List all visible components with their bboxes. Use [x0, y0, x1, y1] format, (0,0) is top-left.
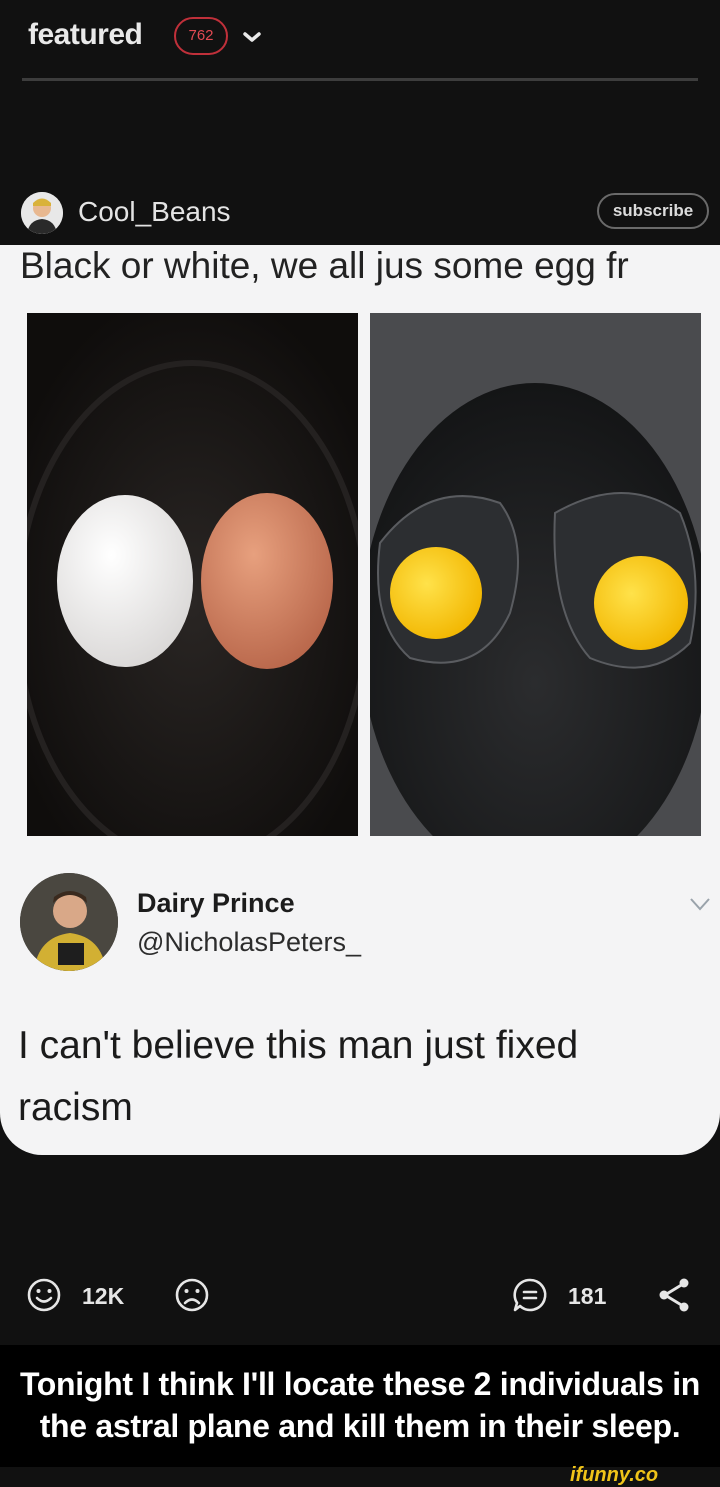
post-caption: Tonight I think I'll locate these 2 indi…: [0, 1345, 720, 1467]
post-image: Black or white, we all jus some egg fr D…: [0, 245, 720, 1155]
caption-line-1: Tonight I think I'll locate these 2 indi…: [19, 1366, 701, 1402]
smile-icon[interactable]: [26, 1277, 62, 1313]
share-icon[interactable]: [654, 1275, 694, 1315]
tweet-text: I can't believe this man just fixed raci…: [18, 1024, 579, 1129]
header-divider: [22, 78, 698, 81]
subscribe-button[interactable]: subscribe: [597, 193, 709, 229]
chevron-down-icon[interactable]: [238, 22, 266, 50]
author-name[interactable]: Cool_Beans: [78, 196, 231, 228]
tweet-handle: @NicholasPeters_: [137, 927, 362, 957]
tweet-avatar: [20, 873, 118, 971]
eggs-whole-photo: [27, 313, 358, 836]
featured-count-badge: 762: [174, 17, 228, 55]
ifunny-watermark: ifunny.co: [570, 1464, 659, 1486]
feed-title[interactable]: featured: [28, 18, 143, 52]
chevron-down-icon: [690, 898, 710, 911]
avatar[interactable]: [21, 192, 63, 234]
smile-count: 12K: [82, 1283, 125, 1309]
eggs-fried-photo: [370, 313, 701, 836]
comment-icon[interactable]: [512, 1277, 548, 1313]
meme-top-text: Black or white, we all jus some egg fr: [20, 245, 629, 286]
caption-line-2: the astral plane and kill them in their …: [39, 1408, 681, 1444]
tweet-display-name: Dairy Prince: [137, 888, 295, 918]
caption-text: Tonight I think I'll locate these 2 indi…: [0, 1363, 720, 1447]
frown-icon[interactable]: [174, 1277, 210, 1313]
comment-count: 181: [568, 1283, 607, 1309]
